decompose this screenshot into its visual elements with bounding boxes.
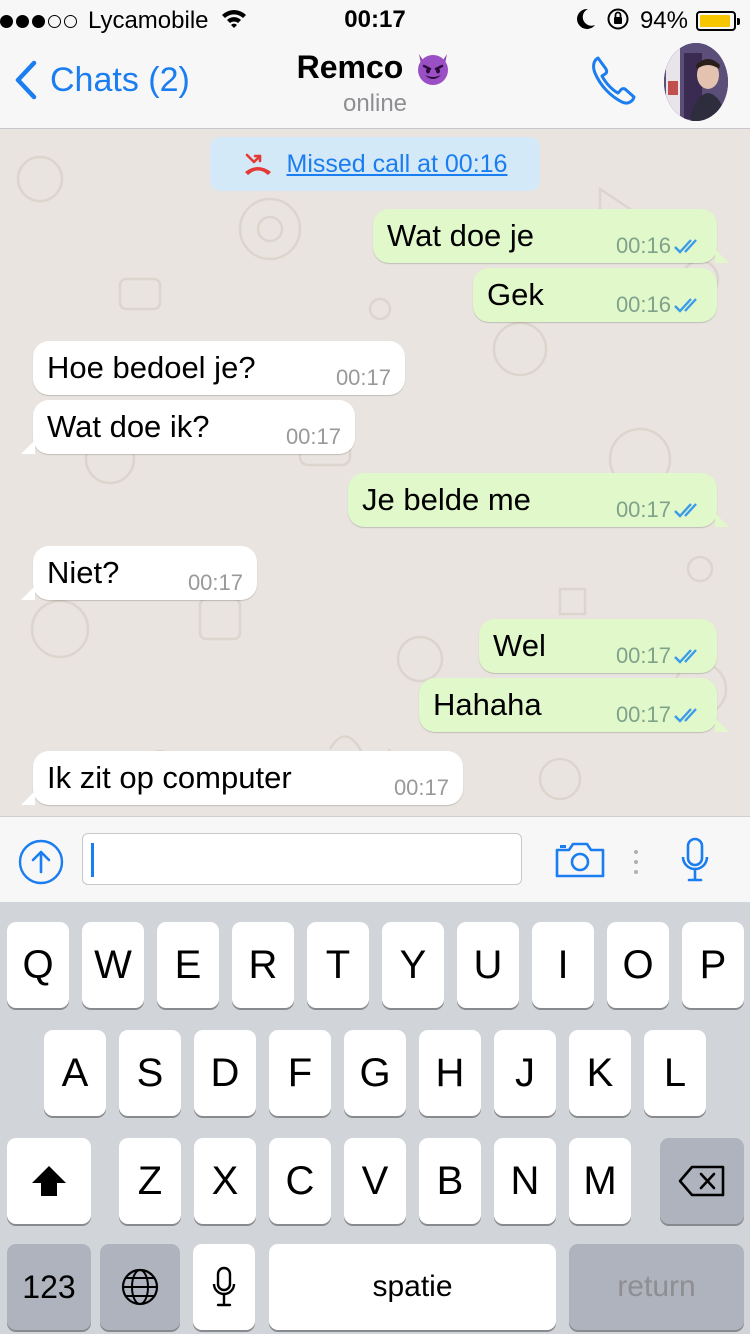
key-h[interactable]: H (419, 1030, 481, 1116)
message-incoming[interactable]: Wat doe ik? 00:17 (21, 400, 355, 454)
missed-call-notice[interactable]: Missed call at 00:16 (210, 137, 540, 191)
message-text: Niet? (47, 555, 120, 590)
phone-call-icon[interactable] (590, 54, 636, 111)
key-b[interactable]: B (419, 1138, 481, 1224)
smiling-devil-emoji (413, 48, 453, 86)
camera-icon[interactable] (554, 841, 606, 884)
message-outgoing[interactable]: Je belde me 00:17 (348, 473, 729, 527)
message-time: 00:17 (285, 424, 341, 449)
key-l[interactable]: L (644, 1030, 706, 1116)
key-j[interactable]: J (494, 1030, 556, 1116)
message-text: Ik zit op computer (47, 760, 292, 795)
double-check-icon (674, 503, 697, 518)
message-outgoing[interactable]: Wat doe je 00:16 (373, 209, 729, 263)
message-time: 00:17 (615, 702, 671, 727)
key-t[interactable]: T (307, 922, 369, 1008)
key-q[interactable]: Q (7, 922, 69, 1008)
key-x[interactable]: X (194, 1138, 256, 1224)
battery-percentage: 94% (639, 7, 688, 34)
double-check-icon (674, 298, 697, 313)
numbers-key[interactable]: 123 (7, 1244, 91, 1330)
message-time: 00:16 (615, 292, 671, 317)
double-check-icon (674, 649, 697, 664)
message-incoming[interactable]: Niet? 00:17 (21, 546, 257, 600)
message-incoming[interactable]: Hoe bedoel je? 00:17 (33, 341, 405, 395)
key-v[interactable]: V (344, 1138, 406, 1224)
orientation-lock-icon (606, 7, 630, 36)
contact-avatar[interactable] (664, 43, 728, 121)
key-k[interactable]: K (569, 1030, 631, 1116)
key-o[interactable]: O (607, 922, 669, 1008)
key-s[interactable]: S (119, 1030, 181, 1116)
keyboard: Q W E R T Y U I O P A S D F G H J K L Z … (0, 902, 750, 1334)
chat-header: Chats (2) Remco online (0, 40, 750, 129)
key-w[interactable]: W (82, 922, 144, 1008)
message-text: Gek (487, 277, 544, 312)
message-time: 00:17 (615, 643, 671, 668)
key-n[interactable]: N (494, 1138, 556, 1224)
key-g[interactable]: G (344, 1030, 406, 1116)
space-key[interactable]: spatie (269, 1244, 556, 1330)
backspace-key[interactable] (660, 1138, 744, 1224)
double-check-icon (674, 239, 697, 254)
globe-key[interactable] (100, 1244, 180, 1330)
conversation[interactable]: Missed call at 00:16 Wat doe je 00:16 Ge… (0, 129, 750, 816)
contact-status: online (342, 90, 408, 117)
message-text: Wat doe je (387, 218, 535, 253)
shift-key[interactable] (7, 1138, 91, 1224)
backspace-icon (678, 1165, 725, 1197)
microphone-icon (212, 1266, 236, 1307)
message-time: 00:17 (335, 365, 391, 390)
key-f[interactable]: F (269, 1030, 331, 1116)
missed-call-text: Missed call at 00:16 (286, 149, 508, 178)
key-a[interactable]: A (44, 1030, 106, 1116)
message-time: 00:17 (615, 497, 671, 522)
message-text: Wat doe ik? (47, 409, 210, 444)
message-outgoing[interactable]: Hahaha 00:17 (419, 678, 729, 732)
globe-icon (121, 1268, 159, 1306)
message-time: 00:17 (393, 775, 449, 800)
moon-icon (576, 8, 596, 35)
message-text: Hoe bedoel je? (47, 350, 256, 385)
message-incoming[interactable]: Ik zit op computer 00:17 (21, 751, 463, 805)
message-outgoing[interactable]: Gek 00:16 (473, 268, 717, 322)
status-bar: Lycamobile 00:17 94% (0, 0, 750, 40)
key-y[interactable]: Y (382, 922, 444, 1008)
microphone-icon[interactable] (680, 837, 710, 888)
message-text: Hahaha (433, 687, 542, 722)
key-p[interactable]: P (682, 922, 744, 1008)
double-check-icon (674, 708, 697, 723)
text-cursor (91, 843, 94, 877)
message-input[interactable] (82, 833, 522, 885)
key-u[interactable]: U (457, 922, 519, 1008)
key-m[interactable]: M (569, 1138, 631, 1224)
return-key[interactable]: return (569, 1244, 744, 1330)
message-text: Je belde me (362, 482, 531, 517)
battery-icon (696, 11, 740, 31)
message-time: 00:17 (187, 570, 243, 595)
message-time: 00:16 (615, 233, 671, 258)
more-options-dots (634, 850, 638, 880)
shift-arrow-icon (32, 1166, 66, 1196)
key-d[interactable]: D (194, 1030, 256, 1116)
share-upload-icon[interactable] (18, 839, 64, 890)
dictation-key[interactable] (193, 1244, 255, 1330)
missed-call-icon (244, 153, 271, 175)
key-e[interactable]: E (157, 922, 219, 1008)
key-r[interactable]: R (232, 922, 294, 1008)
contact-name: Remco (296, 48, 404, 85)
message-outgoing[interactable]: Wel 00:17 (479, 619, 717, 673)
contact-title[interactable]: Remco online (0, 48, 750, 118)
message-text: Wel (493, 628, 546, 663)
key-z[interactable]: Z (119, 1138, 181, 1224)
key-i[interactable]: I (532, 922, 594, 1008)
message-composer (0, 816, 750, 903)
key-c[interactable]: C (269, 1138, 331, 1224)
